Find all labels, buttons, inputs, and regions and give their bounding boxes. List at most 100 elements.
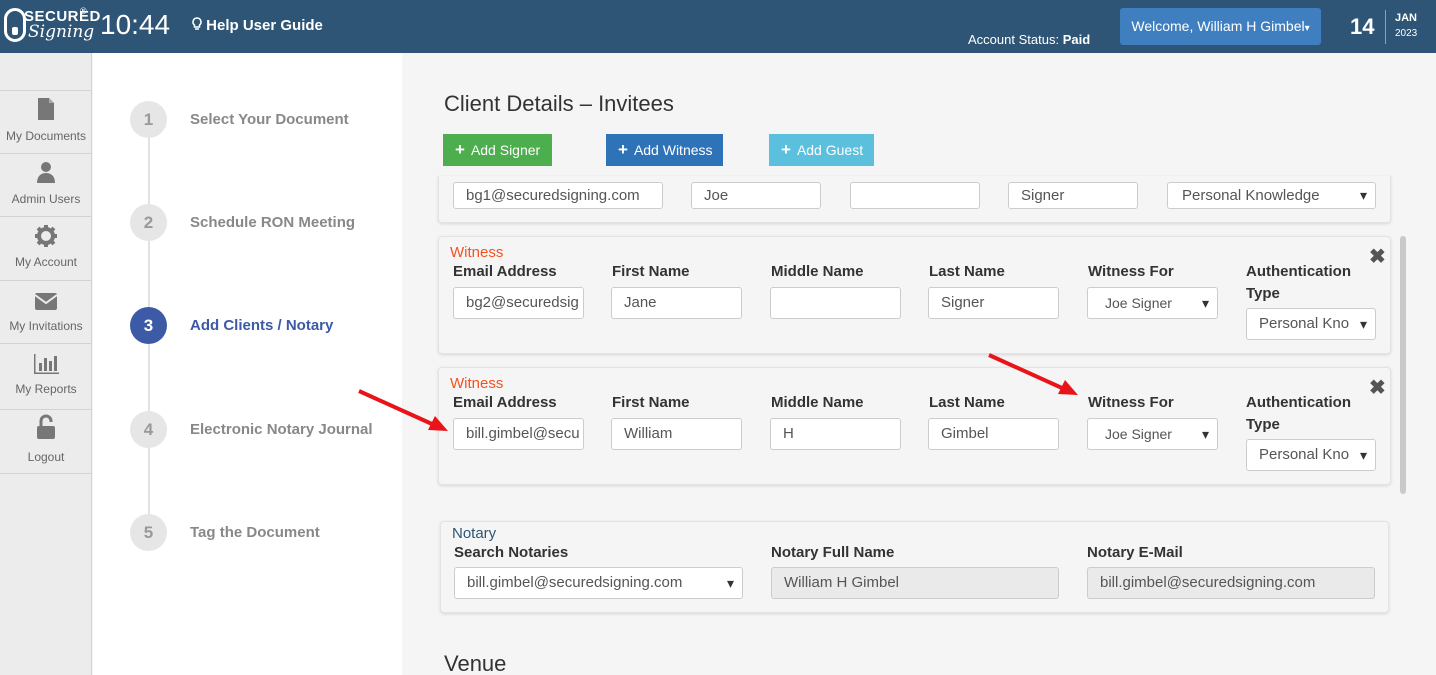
step-circle-3: 3 <box>130 307 167 344</box>
help-user-guide-link[interactable]: Help User Guide <box>192 17 323 34</box>
auth-type-label: Authentication <box>1246 263 1351 280</box>
witness-for-label: Witness For <box>1088 394 1174 411</box>
witness-2-first-name-field[interactable]: William <box>611 418 742 450</box>
notary-full-name-field: William H Gimbel <box>771 567 1059 599</box>
clock: 10:44 <box>100 9 171 40</box>
witness-2-email-field[interactable]: bill.gimbel@secu <box>453 418 584 450</box>
date-month: JAN <box>1395 12 1418 24</box>
gear-icon <box>0 217 92 247</box>
sidebar-item-logout[interactable]: Logout <box>0 409 92 474</box>
add-witness-button[interactable]: + Add Witness <box>606 134 723 166</box>
sidebar-item-label: My Invitations <box>9 319 83 333</box>
add-witness-label: Add Witness <box>633 142 713 158</box>
registered-mark: ® <box>80 6 87 16</box>
add-guest-button[interactable]: + Add Guest <box>769 134 874 166</box>
step-circle-1: 1 <box>130 101 167 138</box>
step-circle-2: 2 <box>130 204 167 241</box>
signer-last-name-field[interactable]: Signer <box>1008 182 1138 209</box>
add-signer-label: Add Signer <box>470 142 541 158</box>
lightbulb-icon <box>192 17 206 34</box>
help-label: Help User Guide <box>206 17 323 34</box>
scrollbar-thumb[interactable] <box>1400 236 1406 494</box>
sidebar-item-my-account[interactable]: My Account <box>0 216 92 279</box>
sidebar-item-label: My Account <box>14 255 78 269</box>
signer-email-field[interactable]: bg1@securedsigning.com <box>453 182 663 209</box>
step-label-4[interactable]: Electronic Notary Journal <box>190 421 373 438</box>
step-label-3[interactable]: Add Clients / Notary <box>190 317 333 334</box>
logo-script: Signing <box>28 22 95 42</box>
notary-email-label: Notary E-Mail <box>1087 544 1183 561</box>
witness-1-middle-name-field[interactable] <box>770 287 901 319</box>
email-label: Email Address <box>453 263 557 280</box>
witness-2-auth-type-select[interactable]: Personal Kno <box>1246 439 1376 471</box>
secured-signing-logo[interactable]: SECURED Signing ® <box>4 6 100 46</box>
sidebar-item-my-invitations[interactable]: My Invitations <box>0 280 92 343</box>
welcome-text: Welcome, William H Gimbel <box>1131 18 1305 34</box>
sidebar-item-my-reports[interactable]: My Reports <box>0 343 92 406</box>
sidebar-item-label: My Reports <box>15 382 77 396</box>
sidebar: My Documents Admin Users My Account My I… <box>0 53 92 675</box>
middle-name-label: Middle Name <box>771 263 864 280</box>
page-title: Client Details – Invitees <box>444 91 674 116</box>
witness-section-title-1: Witness <box>450 244 504 261</box>
witness-1-auth-type-select[interactable]: Personal Kno <box>1246 308 1376 340</box>
add-signer-button[interactable]: + Add Signer <box>443 134 552 166</box>
step-circle-4: 4 <box>130 411 167 448</box>
last-name-label: Last Name <box>929 263 1005 280</box>
venue-heading: Venue <box>444 651 507 675</box>
date-year: 2023 <box>1395 28 1418 39</box>
witness-1-witness-for-select[interactable]: Joe Signer <box>1087 287 1218 319</box>
signer-middle-name-field[interactable] <box>850 182 980 209</box>
sidebar-item-my-documents[interactable]: My Documents <box>0 90 92 153</box>
date-divider <box>1385 10 1386 44</box>
plus-icon: + <box>781 140 791 159</box>
date-day: 14 <box>1350 14 1375 39</box>
witness-2-witness-for-select[interactable]: Joe Signer <box>1087 418 1218 450</box>
account-status: Account Status: Paid <box>968 32 1090 47</box>
plus-icon: + <box>618 140 628 159</box>
document-icon <box>0 91 92 121</box>
step-circle-5: 5 <box>130 514 167 551</box>
auth-type-label-2: Type <box>1246 416 1280 433</box>
notary-section-title: Notary <box>452 525 497 542</box>
top-bar: SECURED Signing ® 10:44 Help User Guide … <box>0 0 1436 53</box>
witness-1-email-field[interactable]: bg2@securedsig <box>453 287 584 319</box>
witness-section-title-2: Witness <box>450 375 504 392</box>
email-label: Email Address <box>453 394 557 411</box>
notary-email-field: bill.gimbel@securedsigning.com <box>1087 567 1375 599</box>
sidebar-item-label: Logout <box>27 450 65 464</box>
step-label-1[interactable]: Select Your Document <box>190 111 349 128</box>
close-icon[interactable]: ✖ <box>1369 375 1386 400</box>
witness-2-last-name-field[interactable]: Gimbel <box>928 418 1059 450</box>
unlock-icon <box>0 410 92 440</box>
lock-icon <box>4 8 26 42</box>
first-name-label: First Name <box>612 263 690 280</box>
step-label-2[interactable]: Schedule RON Meeting <box>190 214 355 231</box>
search-notaries-select[interactable]: bill.gimbel@securedsigning.com <box>454 567 743 599</box>
bar-chart-icon <box>0 344 92 374</box>
search-notaries-label: Search Notaries <box>454 544 569 561</box>
auth-type-label: Authentication <box>1246 394 1351 411</box>
witness-for-label: Witness For <box>1088 263 1174 280</box>
step-label-5[interactable]: Tag the Document <box>190 524 320 541</box>
witness-2-middle-name-field[interactable]: H <box>770 418 901 450</box>
signer-auth-type-select[interactable]: Personal Knowledge <box>1167 182 1376 209</box>
middle-name-label: Middle Name <box>771 394 864 411</box>
welcome-user-dropdown[interactable]: Welcome, William H Gimbel▾ <box>1120 8 1321 45</box>
witness-1-last-name-field[interactable]: Signer <box>928 287 1059 319</box>
witness-1-first-name-field[interactable]: Jane <box>611 287 742 319</box>
user-icon <box>0 154 92 184</box>
sidebar-item-label: My Documents <box>5 129 87 143</box>
first-name-label: First Name <box>612 394 690 411</box>
steps-panel <box>93 53 402 675</box>
account-status-value: Paid <box>1062 32 1091 47</box>
envelope-icon <box>0 281 92 311</box>
plus-icon: + <box>455 140 465 159</box>
last-name-label: Last Name <box>929 394 1005 411</box>
notary-full-name-label: Notary Full Name <box>771 544 895 561</box>
signer-first-name-field[interactable]: Joe <box>691 182 821 209</box>
sidebar-item-admin-users[interactable]: Admin Users <box>0 153 92 216</box>
add-guest-label: Add Guest <box>796 142 864 158</box>
account-status-label: Account Status: <box>968 32 1060 47</box>
close-icon[interactable]: ✖ <box>1369 244 1386 269</box>
